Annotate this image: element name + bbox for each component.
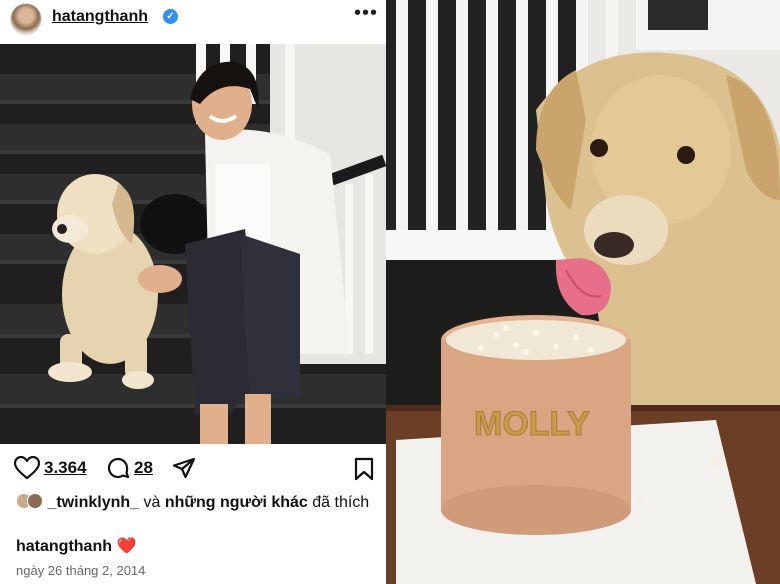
post-username[interactable]: hatangthanh: [52, 8, 148, 26]
caption-emoji: ❤️: [116, 538, 137, 555]
cake-lettering: MOLLY: [474, 405, 590, 443]
instagram-post: hatangthanh ✓ ••• 3.364 28 _twinklynh_ v…: [0, 0, 386, 584]
save-action[interactable]: [354, 457, 374, 486]
liked-by-others-link[interactable]: những người khác: [165, 494, 308, 511]
bookmark-icon[interactable]: [354, 457, 374, 481]
liker-username[interactable]: _twinklynh_: [47, 494, 139, 511]
post-photo-illustration: [0, 44, 386, 444]
post-actions: 3.364 28: [0, 452, 386, 484]
comments-count[interactable]: 28: [134, 458, 153, 478]
comment-action[interactable]: 28: [106, 456, 153, 480]
more-options-icon[interactable]: •••: [354, 2, 378, 25]
share-action[interactable]: [172, 456, 196, 480]
liked-by-connector: và: [139, 494, 165, 511]
dog-cake-illustration: MOLLY: [386, 0, 780, 584]
share-icon[interactable]: [172, 456, 196, 480]
like-action[interactable]: 3.364: [14, 456, 87, 480]
caption-username[interactable]: hatangthanh: [16, 538, 112, 555]
post-caption: hatangthanh ❤️: [16, 536, 136, 556]
post-date: ngày 26 tháng 2, 2014: [16, 563, 146, 578]
liked-by-suffix: đã thích: [307, 494, 370, 511]
heart-icon[interactable]: [14, 456, 40, 480]
verified-badge-icon: ✓: [163, 9, 178, 24]
liker-avatar: [27, 493, 43, 509]
post-photo[interactable]: [0, 44, 386, 444]
post-header: hatangthanh ✓ •••: [0, 0, 386, 44]
comment-icon[interactable]: [106, 456, 130, 480]
likes-count[interactable]: 3.364: [44, 458, 87, 478]
dog-cake-photo: MOLLY: [386, 0, 780, 584]
avatar[interactable]: [10, 3, 42, 35]
liked-by-text: _twinklynh_ và những người khác đã thích: [16, 492, 376, 513]
